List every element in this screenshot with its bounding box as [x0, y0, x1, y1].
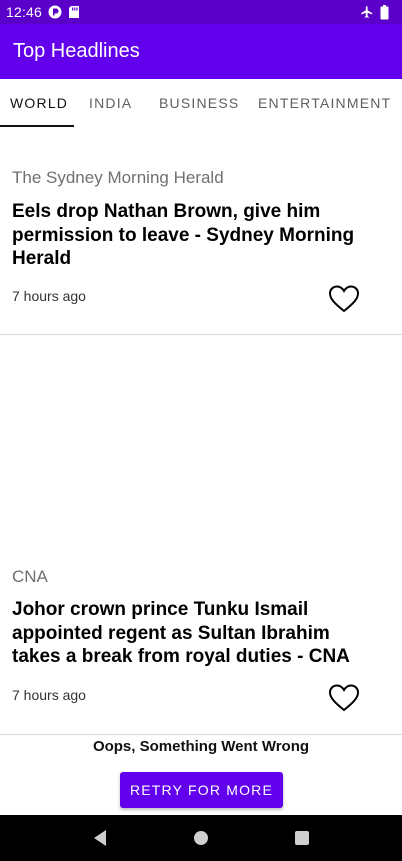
article-headline: Johor crown prince Tunku Ismail appointe…	[12, 599, 350, 667]
favorite-heart-icon[interactable]	[328, 683, 360, 713]
retry-button[interactable]: RETRY FOR MORE	[120, 772, 283, 808]
article-source: CNA	[12, 567, 48, 586]
status-left: 12:46	[6, 4, 82, 20]
tab-label: BUSINESS	[159, 95, 240, 111]
article-source: The Sydney Morning Herald	[12, 168, 224, 187]
status-time: 12:46	[6, 4, 43, 20]
article-card[interactable]: The Sydney Morning Herald Eels drop Nath…	[0, 127, 402, 335]
app-bar: Top Headlines	[0, 24, 402, 79]
app-title: Top Headlines	[13, 40, 140, 62]
article-time: 7 hours ago	[12, 288, 86, 304]
home-icon[interactable]	[186, 823, 216, 853]
screen: 12:46 Top Headlines WORLD INDIA BUSINESS…	[0, 0, 402, 861]
tab-business[interactable]: BUSINESS	[159, 79, 239, 127]
article-time: 7 hours ago	[12, 687, 86, 703]
article-card[interactable]: CNA Johor crown prince Tunku Ismail appo…	[0, 335, 402, 734]
status-bar: 12:46	[0, 0, 402, 24]
back-icon[interactable]	[85, 823, 115, 853]
article-headline: Eels drop Nathan Brown, give him permiss…	[12, 201, 355, 269]
tab-india[interactable]: INDIA	[89, 79, 132, 127]
recents-icon[interactable]	[287, 823, 317, 853]
status-right	[360, 5, 394, 20]
favorite-heart-icon[interactable]	[328, 284, 360, 314]
divider	[0, 734, 402, 735]
sd-card-icon	[68, 5, 82, 19]
tab-world[interactable]: WORLD	[0, 79, 74, 127]
error-message: Oops, Something Went Wrong	[92, 738, 310, 755]
system-nav-bar	[0, 815, 402, 861]
battery-icon	[380, 5, 394, 20]
airplane-mode-icon	[360, 5, 374, 19]
tab-label: ENTERTAINMENT	[258, 95, 392, 111]
tab-entertainment[interactable]: ENTERTAINMENT	[258, 79, 391, 127]
tab-label: INDIA	[89, 95, 133, 111]
data-saver-icon	[48, 5, 62, 19]
category-tabs: WORLD INDIA BUSINESS ENTERTAINMENT	[0, 79, 402, 127]
tab-label: WORLD	[10, 95, 69, 111]
